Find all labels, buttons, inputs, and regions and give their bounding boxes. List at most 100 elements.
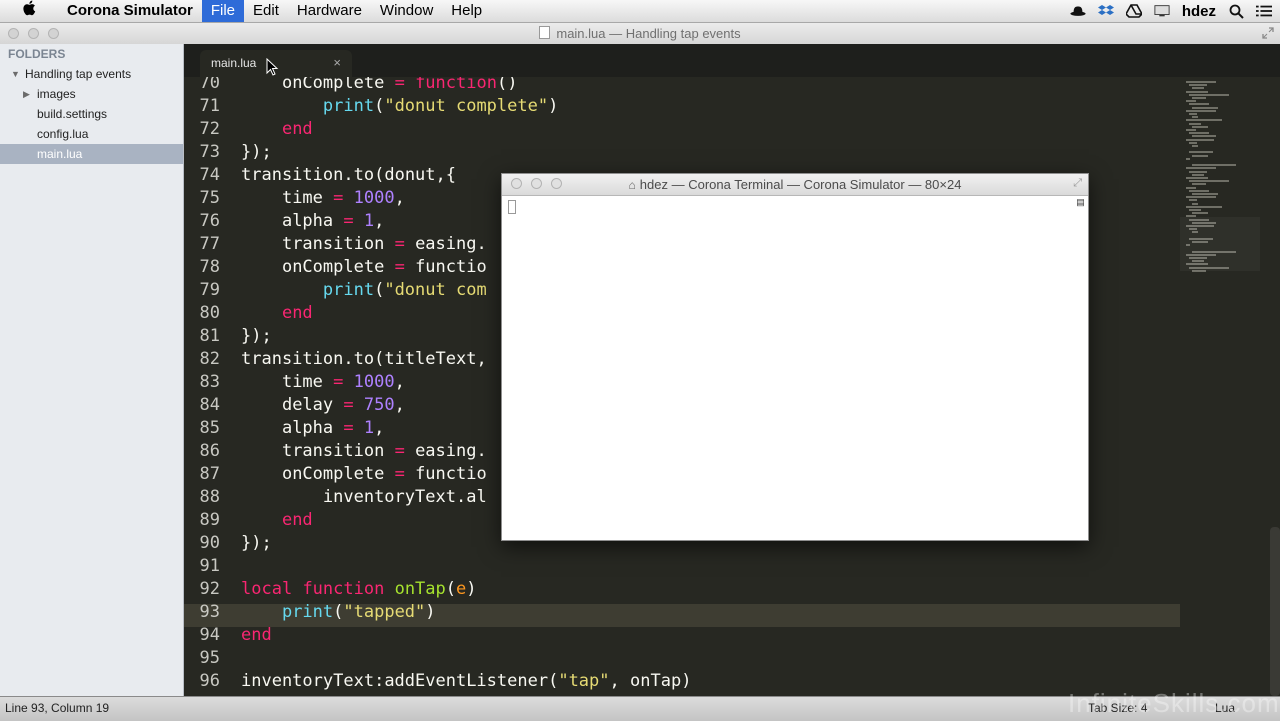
google-drive-icon[interactable]	[1125, 4, 1142, 18]
sidebar-folder-handling-tap-events[interactable]: ▼ Handling tap events	[0, 64, 183, 84]
minimap-line	[1189, 141, 1197, 144]
minimap-line	[1192, 202, 1198, 205]
line-number: 94	[199, 625, 220, 645]
terminal-fullscreen-icon[interactable]: ⤢	[1073, 177, 1082, 190]
menu-edit[interactable]: Edit	[244, 0, 288, 22]
minimap-line	[1186, 129, 1196, 131]
minimap-line	[1189, 170, 1207, 173]
code-line: onComplete = functio	[281, 257, 487, 277]
minimap-line	[1192, 183, 1206, 186]
code-line: end	[281, 510, 313, 530]
menu-window[interactable]: Window	[371, 0, 442, 22]
code-line: print("donut complete")	[322, 96, 559, 116]
minimap-line	[1189, 113, 1197, 115]
line-number: 89	[199, 510, 220, 530]
line-number: 86	[199, 441, 220, 461]
menu-bar: Corona Simulator File Edit Hardware Wind…	[0, 0, 1280, 23]
code-line: inventoryText:addEventListener("tap", on…	[241, 671, 692, 691]
code-line: transition.to(donut,{	[241, 165, 457, 185]
dropbox-icon[interactable]	[1097, 4, 1114, 18]
disclosure-closed-icon[interactable]: ▶	[23, 84, 30, 104]
menu-file[interactable]: File	[201, 0, 245, 22]
minimap-line	[1192, 164, 1236, 167]
cursor-position: Line 93, Column 19	[5, 701, 110, 715]
terminal-split-icon[interactable]: ▤	[1076, 198, 1085, 207]
code-line: inventoryText.al	[322, 487, 487, 507]
hat-icon[interactable]	[1070, 4, 1086, 18]
minimap-line	[1186, 157, 1190, 160]
window-title-bar: main.lua — Handling tap events	[0, 23, 1280, 45]
line-number: 84	[199, 395, 220, 415]
code-line: onComplete = function()	[281, 77, 518, 93]
minimap-line	[1192, 154, 1208, 157]
line-number: 70	[199, 77, 220, 93]
tab-close-icon[interactable]: ×	[333, 55, 341, 70]
minimap-line	[1192, 193, 1218, 195]
minimap-line	[1186, 205, 1222, 208]
code-line: end	[281, 303, 313, 323]
sidebar-item-label: images	[37, 87, 76, 101]
minimap-line	[1192, 125, 1208, 128]
minimap-line	[1186, 81, 1216, 83]
app-name-menu[interactable]: Corona Simulator	[58, 0, 202, 22]
user-menu[interactable]: hdez	[1182, 3, 1216, 20]
code-line: onComplete = functio	[281, 464, 487, 484]
minimap-line	[1189, 199, 1197, 202]
line-number: 87	[199, 464, 220, 484]
line-number: 92	[199, 579, 220, 599]
fullscreen-icon[interactable]	[1262, 27, 1274, 39]
menu-help[interactable]: Help	[442, 0, 491, 22]
sidebar-folder-images[interactable]: ▶ images	[0, 84, 183, 104]
line-number: 85	[199, 418, 220, 438]
line-number: 90	[199, 533, 220, 553]
editor-scrollbar-thumb[interactable]	[1270, 527, 1280, 696]
sidebar-item-label: Handling tap events	[25, 67, 132, 81]
terminal-title-bar[interactable]: ⌂ hdez — Corona Terminal — Corona Simulat…	[502, 174, 1088, 196]
sidebar-item-label: main.lua	[37, 147, 83, 161]
line-number: 91	[199, 556, 220, 576]
line-number: 93	[199, 602, 220, 622]
code-line: alpha = 1,	[281, 418, 385, 438]
line-number: 71	[199, 96, 220, 116]
spotlight-search-icon[interactable]	[1228, 4, 1244, 19]
minimap-line	[1186, 196, 1216, 199]
minimap-line	[1189, 209, 1201, 211]
minimap-line	[1186, 100, 1196, 103]
minimap-line	[1189, 151, 1213, 154]
code-line: });	[241, 533, 272, 553]
minimap-viewport[interactable]	[1180, 217, 1260, 271]
line-number: 95	[199, 648, 220, 668]
sidebar-item-label: build.settings	[37, 107, 108, 121]
apple-menu-icon[interactable]	[0, 0, 58, 22]
minimap-line	[1189, 84, 1207, 87]
disclosure-open-icon[interactable]: ▼	[11, 64, 20, 84]
minimap-line	[1189, 122, 1201, 125]
code-line: transition = easing.	[281, 441, 487, 461]
menu-hardware[interactable]: Hardware	[288, 0, 371, 22]
sidebar-file-main-lua[interactable]: main.lua	[0, 144, 183, 164]
line-number: 78	[199, 257, 220, 277]
code-line: time = 1000,	[281, 188, 405, 208]
notification-center-icon[interactable]	[1256, 4, 1272, 18]
terminal-window[interactable]: ⌂ hdez — Corona Terminal — Corona Simulat…	[501, 173, 1089, 541]
sidebar-file-config-lua[interactable]: config.lua	[0, 124, 183, 144]
tab-bar: main.lua ×	[184, 44, 1280, 77]
sidebar-file-build-settings[interactable]: build.settings	[0, 104, 183, 124]
line-number: 72	[199, 119, 220, 139]
display-icon[interactable]	[1154, 4, 1170, 18]
line-number: 75	[199, 188, 220, 208]
minimap-line	[1186, 177, 1208, 179]
code-line: });	[241, 142, 272, 162]
line-number: 96	[199, 671, 220, 691]
terminal-cursor	[508, 200, 516, 214]
line-number: 82	[199, 349, 220, 369]
code-line: time = 1000,	[281, 372, 405, 392]
line-number: 73	[199, 142, 220, 162]
minimap-line	[1186, 186, 1196, 189]
minimap-line	[1192, 87, 1204, 90]
code-line: });	[241, 326, 272, 346]
minimap-line	[1192, 116, 1198, 119]
window-title-container: main.lua — Handling tap events	[0, 26, 1280, 41]
minimap-line	[1186, 167, 1216, 170]
code-line: delay = 750,	[281, 395, 405, 415]
